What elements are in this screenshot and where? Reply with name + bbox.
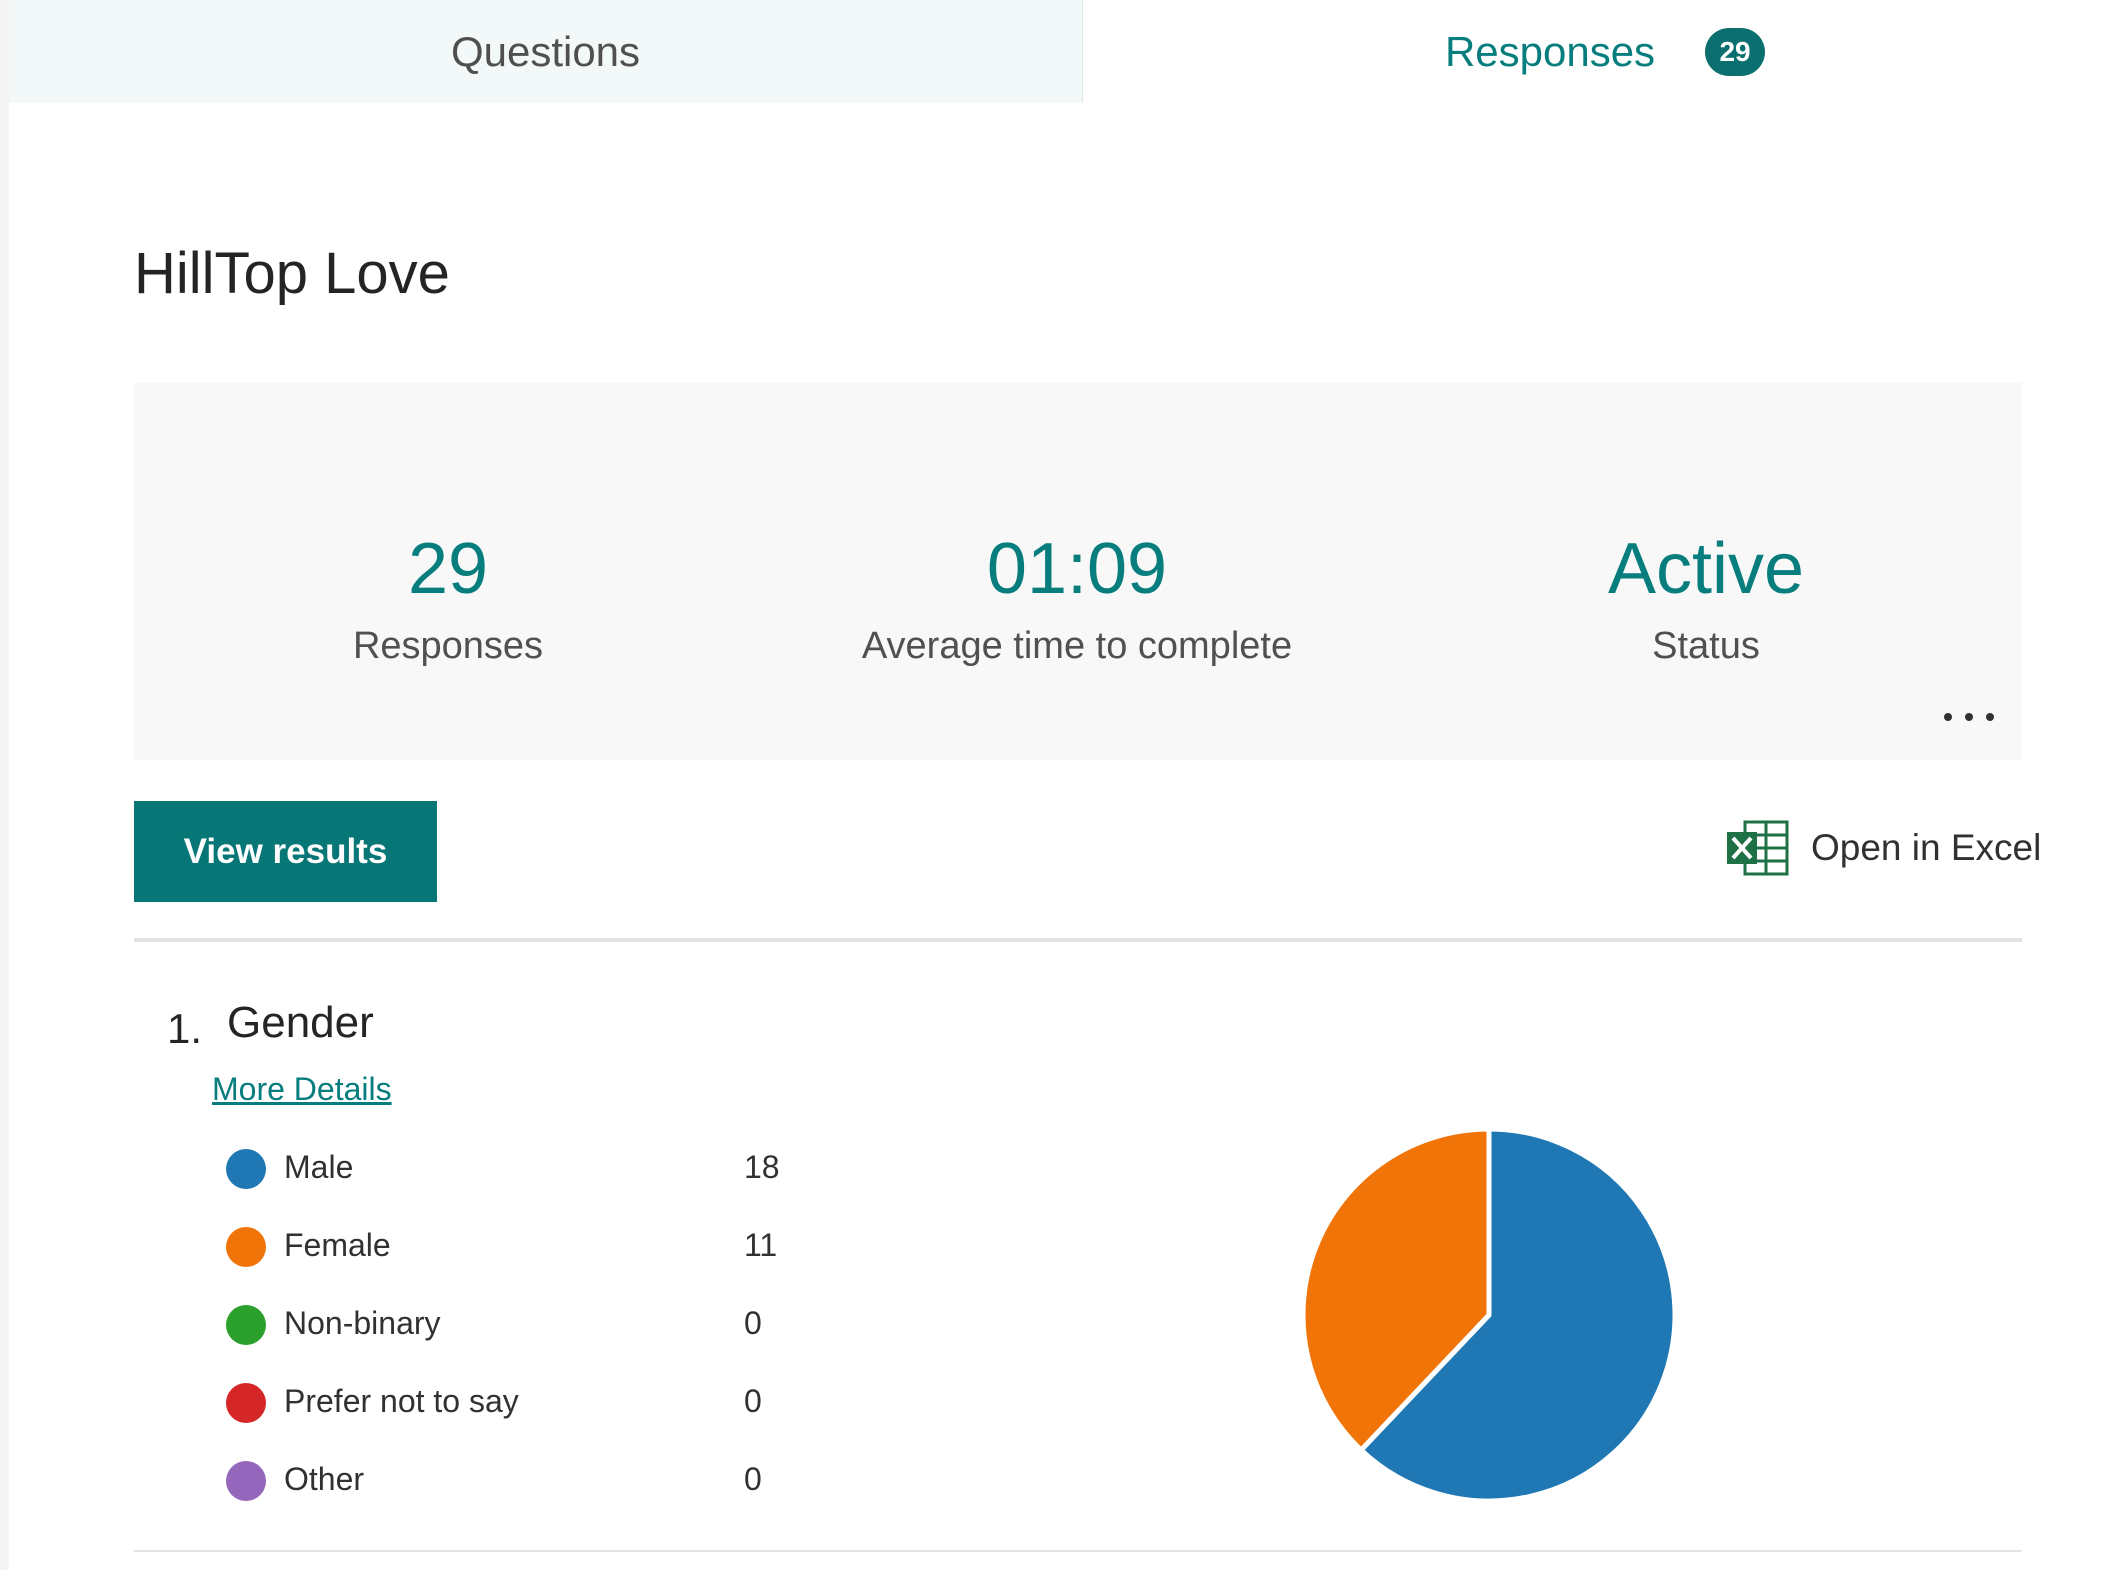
summary-panel: 29 Responses 01:09 Average time to compl… [134,383,2022,760]
legend-item-female: Female 11 [224,1223,824,1267]
stat-responses: 29 Responses [148,533,748,668]
section-divider [134,938,2022,942]
more-ellipsis-icon [1986,713,1994,721]
question-title: Gender [227,998,374,1047]
legend-color-dot [226,1227,266,1267]
forms-response-page: Questions Responses 29 HillTop Love 29 R… [0,0,2127,1570]
stat-responses-label: Responses [352,625,544,667]
tab-questions-label: Questions [450,27,641,75]
more-ellipsis-icon [1944,713,1952,721]
legend-color-dot [226,1305,266,1345]
tab-responses-label: Responses [1444,27,1656,75]
stat-status: Active Status [1406,533,2006,668]
open-in-excel-label: Open in Excel [1811,827,2042,868]
stat-responses-value: 29 [407,529,489,609]
view-results-button[interactable]: View results [134,801,437,902]
legend-item-other: Other 0 [224,1457,824,1501]
section-divider [134,1550,2022,1552]
legend-label: Other [284,1461,365,1497]
legend-color-dot [226,1461,266,1501]
excel-icon [1727,820,1789,876]
legend-color-dot [226,1383,266,1423]
open-in-excel-button[interactable]: Open in Excel [1725,813,2041,883]
stat-average-time-value: 01:09 [986,529,1168,609]
more-options-button[interactable] [1944,702,1994,732]
stat-status-value: Active [1607,529,1805,609]
more-ellipsis-icon [1965,713,1973,721]
tab-bar: Questions Responses 29 [9,0,2127,103]
stat-average-time-label: Average time to complete [861,625,1293,667]
legend-label: Prefer not to say [284,1383,519,1419]
legend-label: Female [284,1227,391,1263]
tab-responses[interactable]: Responses 29 [1083,0,2127,103]
gender-pie-chart [1300,1126,1678,1504]
stat-average-time: 01:09 Average time to complete [777,533,1377,668]
more-details-link[interactable]: More Details [212,1071,392,1108]
legend-count: 0 [744,1305,762,1341]
legend-item-prefer-not-to-say: Prefer not to say 0 [224,1379,824,1423]
legend-color-dot [226,1149,266,1189]
legend-count: 11 [744,1227,778,1263]
legend-count: 0 [744,1383,762,1419]
legend-count: 18 [744,1149,780,1185]
stat-status-label: Status [1652,625,1760,667]
form-title: HillTop Love [134,241,450,306]
legend-count: 0 [744,1461,762,1497]
legend-item-non-binary: Non-binary 0 [224,1301,824,1345]
legend-item-male: Male 18 [224,1145,824,1189]
question-number: 1. [167,1005,203,1052]
tab-questions[interactable]: Questions [9,0,1083,103]
legend-label: Male [284,1149,354,1185]
legend-label: Non-binary [284,1305,441,1341]
responses-count-badge: 29 [1705,27,1766,76]
